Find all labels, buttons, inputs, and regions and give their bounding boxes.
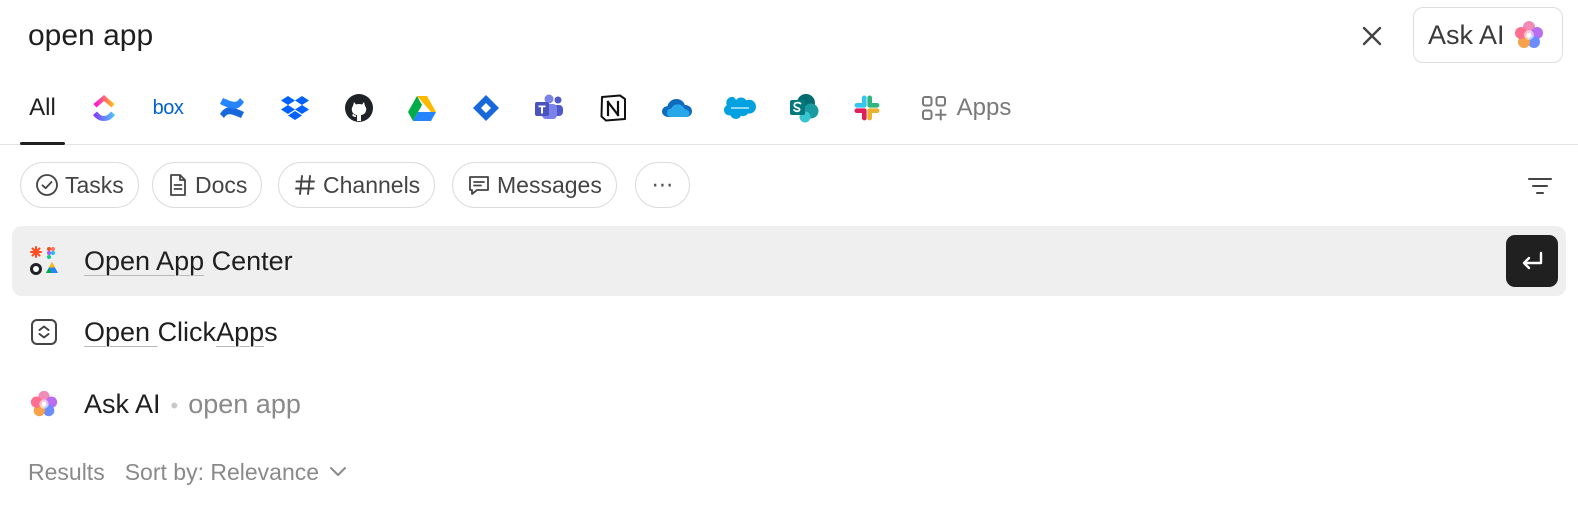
filter-chips: Tasks Docs Channels Messages ⋯ xyxy=(0,160,1578,212)
enter-return-icon xyxy=(1522,251,1543,270)
app-center-icon xyxy=(28,245,60,277)
tab-onedrive[interactable] xyxy=(657,72,697,144)
filter-docs-label: Docs xyxy=(195,171,248,198)
filter-docs-chip[interactable]: Docs xyxy=(152,162,263,208)
filter-tasks-label: Tasks xyxy=(65,171,124,198)
result-title: Open App Center xyxy=(84,245,293,276)
search-bar: Ask AI xyxy=(0,0,1578,72)
tab-notion[interactable] xyxy=(593,72,633,144)
clickapps-icon xyxy=(28,316,60,348)
separator-dot: • xyxy=(170,392,179,418)
check-circle-icon xyxy=(36,174,58,196)
result-title: Ask AI • open app xyxy=(84,388,301,419)
document-icon xyxy=(170,174,186,196)
apps-grid-icon xyxy=(921,96,947,121)
result-open-clickapps[interactable]: Open ClickApps xyxy=(12,297,1566,367)
result-title: Open ClickApps xyxy=(84,316,278,347)
clickup-icon xyxy=(93,95,115,121)
source-tabs: All box Apps xyxy=(0,72,1578,145)
search-input[interactable] xyxy=(28,14,1308,58)
jira-icon xyxy=(473,95,499,121)
salesforce-icon xyxy=(724,96,756,119)
onedrive-icon xyxy=(662,99,692,117)
ai-sparkle-icon xyxy=(28,388,60,420)
microsoft-teams-icon xyxy=(535,94,563,119)
message-icon xyxy=(469,176,489,195)
ask-ai-button[interactable]: Ask AI xyxy=(1413,7,1563,63)
tab-google-drive[interactable] xyxy=(402,72,442,144)
enter-key-button[interactable] xyxy=(1506,235,1558,287)
tab-clickup[interactable] xyxy=(84,72,124,144)
tab-salesforce[interactable] xyxy=(720,72,760,144)
google-drive-icon xyxy=(408,95,436,121)
sort-dropdown[interactable]: Sort by: Relevance xyxy=(125,459,347,486)
box-icon: box xyxy=(152,96,184,119)
tab-apps[interactable]: Apps xyxy=(916,72,1016,144)
filter-lines-icon xyxy=(1528,178,1552,194)
confluence-icon xyxy=(220,98,244,118)
ask-ai-query: open app xyxy=(188,388,301,419)
notion-icon xyxy=(600,94,626,122)
ai-sparkle-icon xyxy=(1514,21,1543,48)
filter-tasks-chip[interactable]: Tasks xyxy=(20,162,139,208)
close-icon xyxy=(1362,26,1382,46)
filter-settings-button[interactable] xyxy=(1520,168,1560,204)
filter-channels-label: Channels xyxy=(323,171,421,198)
tab-github[interactable] xyxy=(339,72,379,144)
tab-slack[interactable] xyxy=(847,72,887,144)
result-open-app-center[interactable]: Open App Center xyxy=(12,226,1566,296)
tab-box[interactable]: box xyxy=(148,72,188,144)
results-label: Results xyxy=(28,458,105,485)
github-icon xyxy=(345,94,373,122)
clear-search-button[interactable] xyxy=(1352,16,1392,56)
tab-apps-label: Apps xyxy=(956,94,1012,121)
tab-all[interactable]: All xyxy=(20,72,65,145)
more-filters-button[interactable]: ⋯ xyxy=(635,162,690,208)
more-icon: ⋯ xyxy=(651,172,674,197)
filter-messages-label: Messages xyxy=(497,171,602,198)
ask-ai-label: Ask AI xyxy=(1428,19,1505,50)
chevron-down-icon xyxy=(330,467,347,476)
tab-all-label: All xyxy=(29,94,56,121)
dropbox-icon xyxy=(281,96,309,120)
sharepoint-icon xyxy=(790,94,819,123)
filter-messages-chip[interactable]: Messages xyxy=(452,162,617,208)
sort-label: Sort by: Relevance xyxy=(124,458,320,485)
results-footer: Results Sort by: Relevance xyxy=(28,452,347,492)
tab-microsoft-teams[interactable] xyxy=(529,72,569,144)
hash-icon xyxy=(295,175,315,195)
tab-confluence[interactable] xyxy=(212,72,252,144)
tab-jira[interactable] xyxy=(466,72,506,144)
tab-dropbox[interactable] xyxy=(275,72,315,144)
tab-sharepoint[interactable] xyxy=(784,72,824,144)
filter-channels-chip[interactable]: Channels xyxy=(278,162,436,208)
result-ask-ai[interactable]: Ask AI • open app xyxy=(12,369,1566,439)
slack-icon xyxy=(854,95,880,121)
